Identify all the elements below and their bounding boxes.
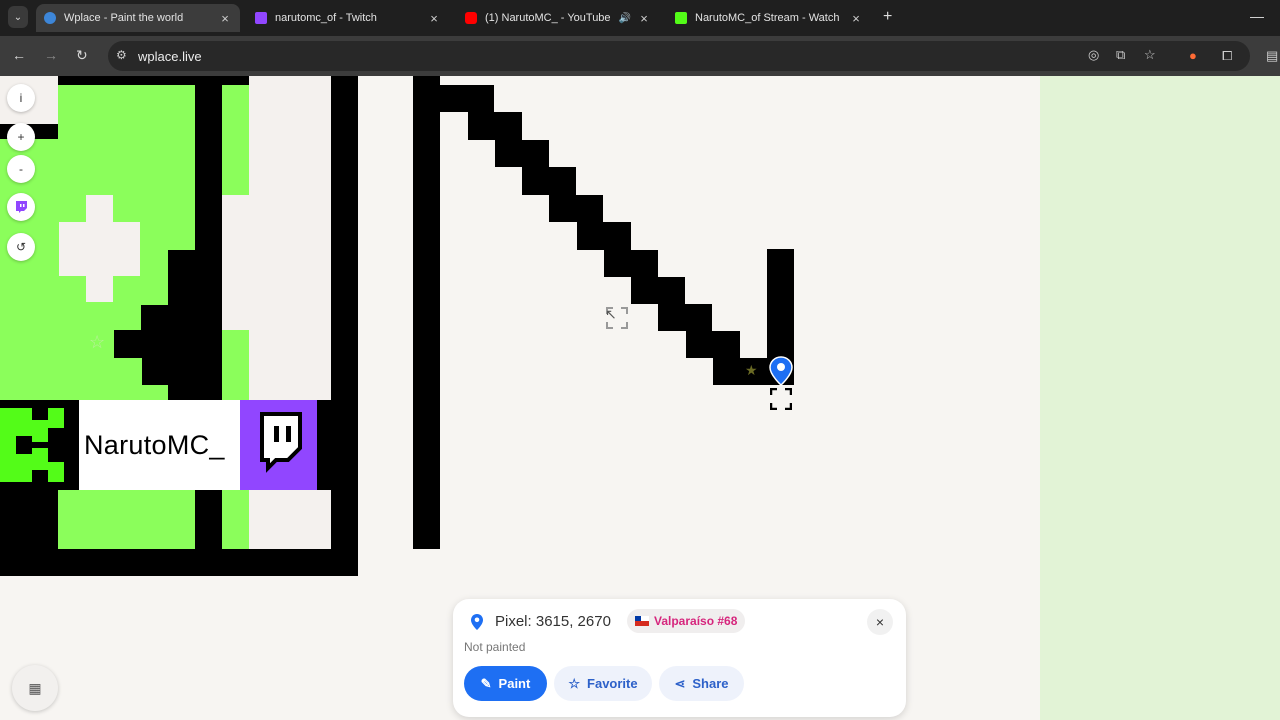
pixel-block <box>222 195 249 330</box>
region-badge[interactable]: Valparaíso #68 <box>627 609 746 633</box>
paint-status: Not painted <box>464 640 526 654</box>
pixel-block <box>222 490 249 549</box>
canvas-region-green <box>1040 76 1280 720</box>
close-icon: × <box>875 614 885 630</box>
plus-icon: + <box>17 130 25 144</box>
eye-off-icon[interactable]: ◎ <box>1088 47 1099 63</box>
pixel-selection-icon <box>770 388 792 410</box>
zoom-in-button[interactable]: + <box>7 123 35 151</box>
pixel-line <box>440 85 494 112</box>
pixel-block <box>114 358 142 400</box>
pixel-line <box>658 304 712 331</box>
pixel-block <box>249 490 331 549</box>
install-app-icon[interactable]: ⧉ <box>1116 47 1125 63</box>
tab-search-button[interactable]: ⌄ <box>8 6 28 28</box>
forward-button[interactable]: → <box>44 47 58 63</box>
tab-strip: ⌄ Wplace - Paint the world × narutomc_of… <box>0 0 1280 36</box>
chevron-down-icon: ⌄ <box>13 11 23 23</box>
close-tab-icon[interactable]: × <box>427 11 441 26</box>
pixel-info-panel: Pixel: 3615, 2670 Valparaíso #68 × Not p… <box>453 599 906 717</box>
close-tab-icon[interactable]: × <box>637 11 651 26</box>
wplace-canvas[interactable]: ☆ NarutoMC_ ★ ↖ i + - ↺ ▦ Pixel: 3615, 2… <box>0 76 1280 720</box>
pixel-block <box>58 490 195 549</box>
pixel-coordinates: Pixel: 3615, 2670 <box>495 613 611 630</box>
tab-twitch[interactable]: narutomc_of - Twitch × <box>247 4 449 32</box>
paint-button[interactable]: ✎ Paint <box>464 666 547 701</box>
tab-wplace[interactable]: Wplace - Paint the world × <box>36 4 240 32</box>
location-pin-icon <box>471 614 483 630</box>
extensions-puzzle-icon[interactable]: ⧠ <box>1222 48 1232 64</box>
twitch-logo <box>240 400 317 490</box>
pixel-block <box>58 305 141 330</box>
site-info-icon[interactable]: ⚙ <box>116 48 127 62</box>
close-panel-button[interactable]: × <box>867 609 893 635</box>
tab-youtube[interactable]: (1) NarutoMC_ - YouTube 🔊 × <box>457 4 659 32</box>
favorite-star-icon: ★ <box>745 362 758 378</box>
pixel-line <box>577 222 631 250</box>
palette-icon: ▦ <box>28 679 42 696</box>
close-tab-icon[interactable]: × <box>218 11 232 26</box>
pixel-line <box>549 195 603 222</box>
speaker-icon[interactable]: 🔊 <box>619 13 631 24</box>
url-text[interactable]: wplace.live <box>138 49 202 64</box>
minimize-button[interactable]: — <box>1250 8 1264 24</box>
pixel-block <box>222 330 249 400</box>
close-tab-icon[interactable]: × <box>849 11 863 26</box>
twitch-button[interactable] <box>7 193 35 221</box>
address-bar[interactable]: ⚙ wplace.live ◎ ⧉ ☆ <box>108 41 1250 71</box>
mouse-cursor-icon: ↖ <box>605 306 617 322</box>
twitch-icon <box>255 12 267 24</box>
youtube-icon <box>465 12 477 24</box>
kick-icon <box>675 12 687 24</box>
new-tab-button[interactable]: + <box>883 8 892 26</box>
kick-logo <box>0 400 80 490</box>
pixel-block <box>142 385 168 400</box>
minus-icon: - <box>19 162 23 176</box>
pixel-line <box>631 277 685 304</box>
chile-flag-icon <box>635 616 649 626</box>
undo-button[interactable]: ↺ <box>7 233 35 261</box>
palette-button[interactable]: ▦ <box>12 665 58 711</box>
side-panel-icon[interactable]: ▤ <box>1266 48 1278 64</box>
bookmark-star-icon[interactable]: ☆ <box>1144 47 1156 63</box>
pixel-block <box>59 222 140 276</box>
share-button[interactable]: ⋖ Share <box>659 666 744 701</box>
twitch-icon <box>16 201 27 213</box>
globe-icon <box>44 12 56 24</box>
star-icon: ☆ <box>568 675 581 691</box>
reload-button[interactable]: ↻ <box>76 47 88 64</box>
tab-kick[interactable]: NarutoMC_of Stream - Watch L × <box>667 4 871 32</box>
pixel-block <box>222 85 249 195</box>
share-icon: ⋖ <box>674 675 686 691</box>
pixel-block <box>249 76 331 400</box>
brush-icon: ✎ <box>480 675 492 691</box>
pixel-line <box>604 250 658 277</box>
favorite-button[interactable]: ☆ Favorite <box>554 666 652 701</box>
banner-name: NarutoMC_ <box>79 400 240 490</box>
back-button[interactable]: ← <box>12 47 26 63</box>
favorite-star-icon: ☆ <box>89 332 106 352</box>
info-button[interactable]: i <box>7 84 35 112</box>
pixel-line <box>413 76 440 549</box>
pixel-line <box>522 167 576 195</box>
location-pin-icon <box>769 356 793 386</box>
pixel-line <box>686 331 740 358</box>
browser-toolbar: ← → ↻ ⚙ wplace.live ◎ ⧉ ☆ ● ⧠ ▤ <box>0 36 1280 76</box>
pixel-line <box>468 112 522 140</box>
pixel-block <box>58 330 114 400</box>
pixel-line <box>495 140 549 167</box>
zoom-out-button[interactable]: - <box>7 155 35 183</box>
undo-icon: ↺ <box>15 240 27 254</box>
extension-flame-icon[interactable]: ● <box>1189 48 1197 63</box>
